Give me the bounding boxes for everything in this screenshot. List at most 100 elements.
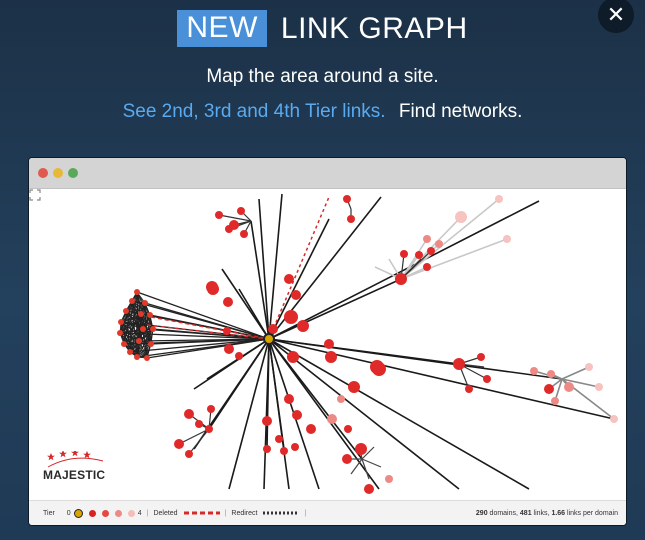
graph-node[interactable] xyxy=(268,324,278,334)
graph-node[interactable] xyxy=(327,414,337,424)
cluster-node[interactable] xyxy=(142,300,148,306)
graph-node[interactable] xyxy=(415,251,423,259)
graph-node[interactable] xyxy=(423,235,431,243)
graph-node[interactable] xyxy=(225,225,233,233)
graph-node[interactable] xyxy=(477,353,485,361)
graph-node[interactable] xyxy=(530,367,538,375)
graph-node[interactable] xyxy=(385,475,393,483)
graph-node[interactable] xyxy=(324,339,334,349)
redirect-line-icon xyxy=(263,511,300,515)
tier-4-dot xyxy=(127,509,135,517)
legend-redirect-label: Redirect xyxy=(231,509,258,517)
cluster-node[interactable] xyxy=(117,330,123,336)
graph-node[interactable] xyxy=(235,352,243,360)
legend-tier-max: 4 xyxy=(137,509,142,517)
graph-node[interactable] xyxy=(237,207,245,215)
cluster-node[interactable] xyxy=(129,298,135,304)
graph-node[interactable] xyxy=(215,211,223,219)
graph-node[interactable] xyxy=(585,363,593,371)
link-graph-canvas[interactable] xyxy=(29,189,626,500)
graph-node[interactable] xyxy=(483,375,491,383)
window-close-dot xyxy=(38,168,48,178)
graph-node[interactable] xyxy=(297,320,309,332)
cluster-node[interactable] xyxy=(134,354,140,360)
graph-node[interactable] xyxy=(306,424,316,434)
graph-node[interactable] xyxy=(205,425,213,433)
cluster-node[interactable] xyxy=(136,338,142,344)
graph-node[interactable] xyxy=(395,273,407,285)
stat-ratio: 1.66 xyxy=(551,509,566,517)
cluster-node[interactable] xyxy=(118,319,124,325)
graph-node[interactable] xyxy=(284,274,294,284)
logo-text: MAJESTIC xyxy=(43,468,106,482)
cluster-node[interactable] xyxy=(140,326,146,332)
graph-node[interactable] xyxy=(262,416,272,426)
graph-node[interactable] xyxy=(435,240,443,248)
graph-node[interactable] xyxy=(291,290,301,300)
expand-icon[interactable] xyxy=(29,189,41,201)
graph-node[interactable] xyxy=(495,195,503,203)
graph-node[interactable] xyxy=(503,235,511,243)
tagline-plain: Find networks. xyxy=(398,101,523,122)
graph-node[interactable] xyxy=(280,447,288,455)
graph-node[interactable] xyxy=(342,454,352,464)
graph-node[interactable] xyxy=(185,450,193,458)
cluster-node[interactable] xyxy=(138,311,144,317)
graph-node[interactable] xyxy=(195,420,203,428)
graph-node[interactable] xyxy=(364,484,374,494)
hub-node[interactable] xyxy=(207,283,219,295)
graph-node[interactable] xyxy=(292,410,302,420)
graph-node[interactable] xyxy=(240,230,248,238)
graph-node[interactable] xyxy=(337,395,345,403)
window-minimize-dot xyxy=(53,168,63,178)
hub-node[interactable] xyxy=(370,360,384,374)
cluster-node[interactable] xyxy=(144,355,150,361)
graph-node[interactable] xyxy=(355,443,367,455)
link-graph[interactable]: MAJESTIC xyxy=(29,189,626,500)
cluster-node[interactable] xyxy=(121,341,127,347)
graph-node[interactable] xyxy=(263,445,271,453)
graph-node[interactable] xyxy=(544,384,554,394)
graph-node[interactable] xyxy=(547,370,555,378)
graph-legend: Tier 0 4 | Deleted | Redirect | 290 doma… xyxy=(29,500,626,525)
graph-node[interactable] xyxy=(347,215,355,223)
legend-tier: Tier 0 4 xyxy=(43,508,142,518)
graph-node[interactable] xyxy=(224,344,234,354)
graph-node[interactable] xyxy=(610,415,618,423)
cluster-node[interactable] xyxy=(150,326,156,332)
graph-node[interactable] xyxy=(223,297,233,307)
graph-node[interactable] xyxy=(427,247,435,255)
graph-node[interactable] xyxy=(400,250,408,258)
graph-node[interactable] xyxy=(325,351,337,363)
graph-node[interactable] xyxy=(207,405,215,413)
graph-node[interactable] xyxy=(184,409,194,419)
graph-node[interactable] xyxy=(423,263,431,271)
graph-node[interactable] xyxy=(291,443,299,451)
graph-node[interactable] xyxy=(453,358,465,370)
cluster-node[interactable] xyxy=(147,312,153,318)
tagline: See 2nd, 3rd and 4th Tier links. Find ne… xyxy=(0,101,645,123)
cluster-node[interactable] xyxy=(123,308,129,314)
browser-title-bar xyxy=(29,158,626,189)
graph-node[interactable] xyxy=(564,382,574,392)
cluster-node[interactable] xyxy=(148,341,154,347)
headline: NEW LINK GRAPH xyxy=(0,10,645,47)
graph-node[interactable] xyxy=(275,435,283,443)
center-node[interactable] xyxy=(265,335,273,343)
graph-node[interactable] xyxy=(174,439,184,449)
graph-node[interactable] xyxy=(465,385,473,393)
subtitle: Map the area around a site. xyxy=(206,66,439,87)
cluster-node[interactable] xyxy=(134,289,140,295)
graph-node[interactable] xyxy=(343,195,351,203)
graph-node[interactable] xyxy=(595,383,603,391)
legend-deleted-label: Deleted xyxy=(153,509,178,517)
graph-node[interactable] xyxy=(223,327,231,335)
graph-node[interactable] xyxy=(284,310,298,324)
cluster-node[interactable] xyxy=(127,349,133,355)
graph-node[interactable] xyxy=(455,211,467,223)
graph-node[interactable] xyxy=(344,425,352,433)
graph-node[interactable] xyxy=(551,397,559,405)
graph-node[interactable] xyxy=(284,394,294,404)
graph-node[interactable] xyxy=(348,381,360,393)
graph-node[interactable] xyxy=(287,351,299,363)
